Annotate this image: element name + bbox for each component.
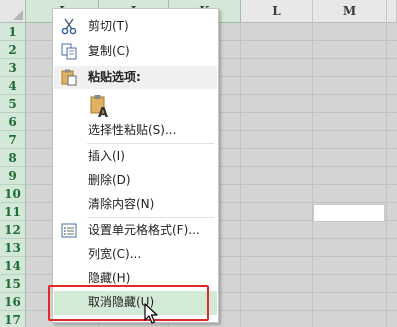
row-header[interactable]: 2 (0, 41, 26, 59)
menu-item-delete[interactable]: 删除(D) (54, 169, 217, 192)
row-header[interactable]: 12 (0, 221, 26, 239)
menu-item-label: 清除内容(N) (88, 197, 155, 211)
paste-text-icon: A (90, 94, 110, 121)
menu-item-label: 删除(D) (88, 173, 131, 187)
row-header[interactable]: 4 (0, 77, 26, 95)
row-header[interactable]: 3 (0, 59, 26, 77)
menu-item-label: 设置单元格格式(F)... (88, 223, 200, 237)
row-header[interactable]: 8 (0, 149, 26, 167)
menu-separator (87, 143, 214, 144)
paste-option-keep-text[interactable]: A (54, 91, 217, 121)
row-header[interactable]: 5 (0, 95, 26, 113)
clipboard-icon (60, 69, 78, 86)
scissors-icon (60, 18, 78, 35)
svg-text:A: A (98, 106, 108, 118)
select-all-corner[interactable] (0, 0, 26, 23)
menu-item-label: 选择性粘贴(S)... (88, 123, 177, 137)
context-menu: 剪切(T) 复制(C) 粘贴选项: A 选择性粘贴(S)... 插入(I) 删除… (52, 8, 219, 323)
row-header[interactable]: 11 (0, 203, 26, 221)
row-header[interactable]: 7 (0, 131, 26, 149)
row-header[interactable]: 13 (0, 239, 26, 257)
row-header[interactable]: 10 (0, 185, 26, 203)
menu-item-cut[interactable]: 剪切(T) (54, 15, 217, 38)
copy-icon (60, 43, 78, 60)
menu-item-label: 复制(C) (88, 44, 130, 58)
row-header[interactable]: 9 (0, 167, 26, 185)
column-label: M (342, 4, 357, 18)
row-header[interactable]: 15 (0, 275, 26, 293)
row-header[interactable]: 16 (0, 293, 26, 311)
row-header[interactable]: 14 (0, 257, 26, 275)
row-header[interactable]: 17 (0, 311, 26, 327)
menu-item-column-width[interactable]: 列宽(C)... (54, 243, 217, 266)
paste-options-header: 粘贴选项: (54, 66, 217, 89)
menu-item-copy[interactable]: 复制(C) (54, 40, 217, 63)
highlight-annotation-box (48, 285, 209, 321)
mouse-pointer-icon (144, 303, 158, 325)
menu-item-label: 粘贴选项: (88, 70, 141, 84)
column-header-l[interactable]: L (241, 0, 313, 23)
column-header-n[interactable] (387, 0, 397, 23)
menu-item-label: 列宽(C)... (88, 247, 142, 261)
menu-item-insert[interactable]: 插入(I) (54, 145, 217, 168)
cell-m11[interactable] (313, 204, 385, 222)
column-header-m[interactable]: M (313, 0, 387, 23)
menu-item-format-cells[interactable]: 设置单元格格式(F)... (54, 219, 217, 242)
menu-item-label: 插入(I) (88, 149, 125, 163)
format-cells-icon (60, 222, 78, 239)
menu-item-label: 剪切(T) (88, 19, 129, 33)
row-header[interactable]: 6 (0, 113, 26, 131)
menu-separator (87, 217, 214, 218)
menu-item-clear-contents[interactable]: 清除内容(N) (54, 193, 217, 216)
column-label: L (272, 4, 281, 18)
menu-item-paste-special[interactable]: 选择性粘贴(S)... (54, 119, 217, 142)
row-header[interactable]: 1 (0, 23, 26, 41)
